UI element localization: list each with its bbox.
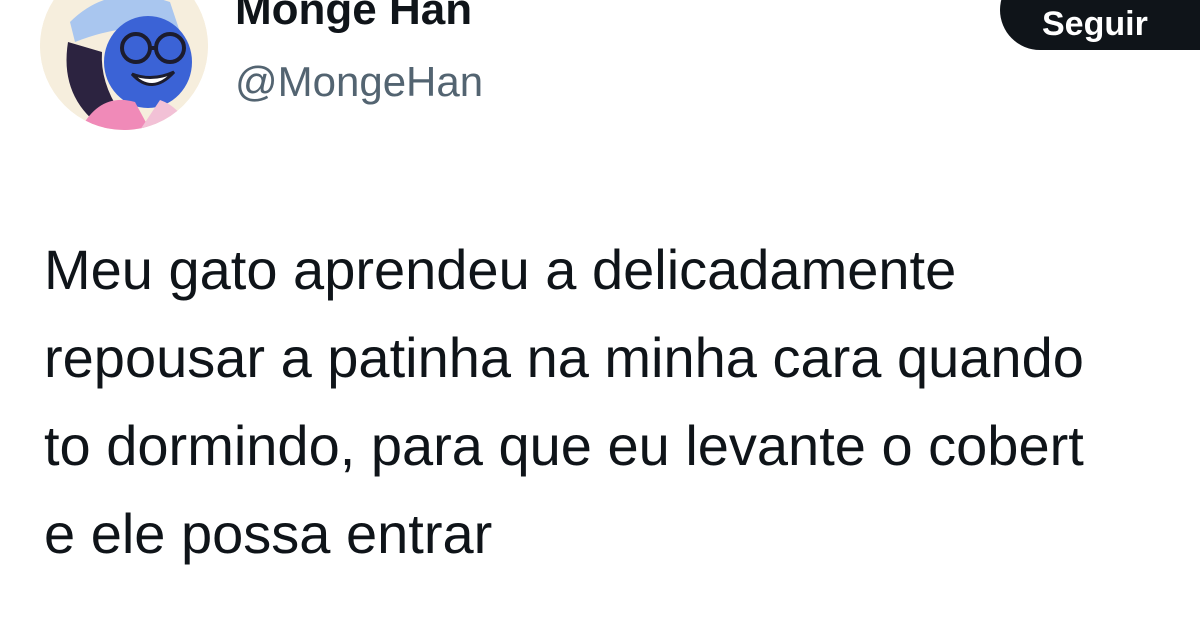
cartoon-avatar-icon (40, 0, 208, 130)
display-name[interactable]: Monge Han (235, 0, 472, 36)
user-handle[interactable]: @MongeHan (235, 56, 483, 108)
avatar[interactable] (40, 0, 208, 130)
tweet-text-line: repousar a patinha na minha cara quando (44, 326, 1084, 389)
tweet-text-line: e ele possa entrar (44, 502, 493, 565)
tweet-text: Meu gato aprendeu a delicadamente repous… (44, 226, 1200, 578)
follow-button[interactable]: Seguir (1000, 0, 1200, 50)
tweet-text-line: to dormindo, para que eu levante o cober… (44, 414, 1084, 477)
tweet-text-line: Meu gato aprendeu a delicadamente (44, 238, 957, 301)
tweet-card: Monge Han @MongeHan Seguir Meu gato apre… (0, 0, 1200, 630)
